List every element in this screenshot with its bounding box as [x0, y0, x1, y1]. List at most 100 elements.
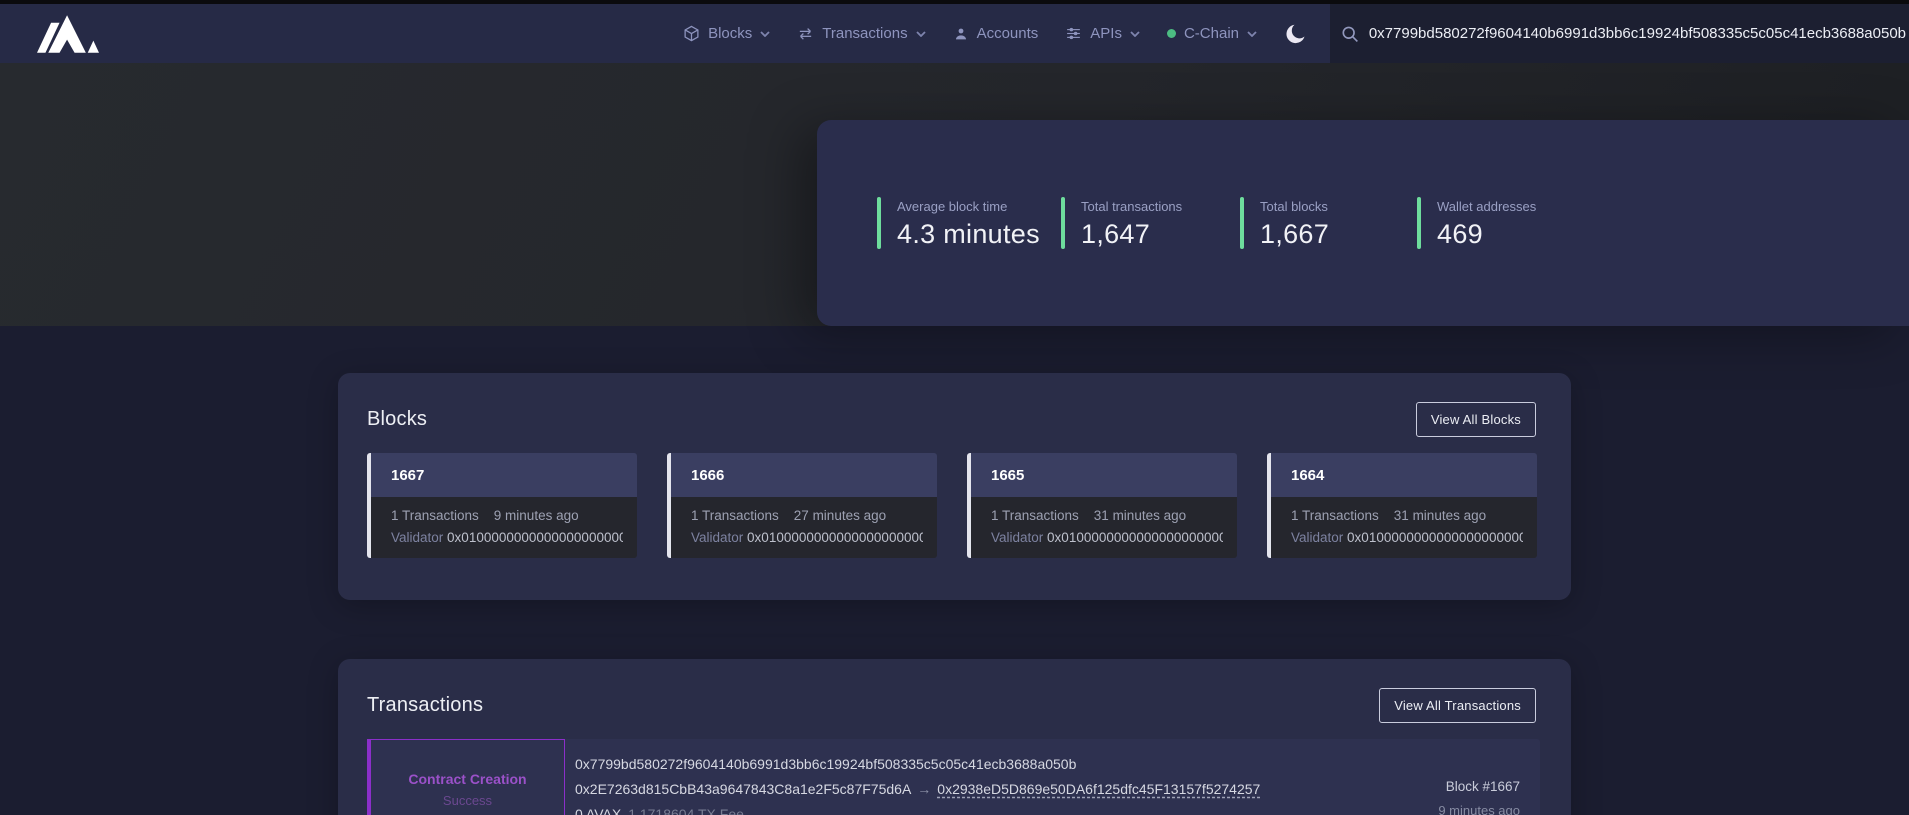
block-card[interactable]: 1667 1 Transactions 9 minutes ago Valida…	[367, 453, 637, 558]
stat-total-blocks: Total blocks 1,667	[1240, 197, 1329, 250]
stat-total-transactions: Total transactions 1,647	[1061, 197, 1182, 250]
stat-value: 1,667	[1260, 219, 1329, 250]
nav-label-transactions: Transactions	[822, 25, 907, 42]
transaction-type: Contract Creation	[371, 771, 564, 787]
nav-item-chain-selector[interactable]: C-Chain	[1167, 25, 1257, 42]
stat-label: Total transactions	[1081, 199, 1182, 214]
stat-accent-bar	[1417, 197, 1421, 249]
validator-label: Validator	[691, 530, 743, 545]
nav-label-apis: APIs	[1090, 25, 1122, 42]
chevron-down-icon	[1247, 31, 1257, 37]
nav-menu: Blocks Transactions Accounts	[683, 25, 1257, 42]
stat-label: Average block time	[897, 199, 1040, 214]
block-number[interactable]: 1664	[1271, 453, 1537, 497]
hero-section: Average block time 4.3 minutes Total tra…	[0, 63, 1909, 326]
search-bar	[1330, 4, 1909, 63]
chevron-down-icon	[1130, 31, 1140, 37]
moon-icon	[1284, 22, 1308, 46]
nav-item-blocks[interactable]: Blocks	[683, 25, 770, 42]
transaction-type-box: Contract Creation Success	[367, 739, 565, 815]
blocks-title: Blocks	[367, 408, 427, 431]
block-tx-count: 1 Transactions	[691, 508, 779, 523]
app-root: Blocks Transactions Accounts	[0, 0, 1909, 815]
transactions-panel: Transactions View All Transactions Contr…	[338, 659, 1571, 815]
stat-value: 1,647	[1081, 219, 1182, 250]
block-card-body: 1 Transactions 31 minutes ago Validator …	[971, 497, 1237, 558]
chevron-down-icon	[760, 31, 770, 37]
stat-accent-bar	[877, 197, 881, 249]
blocks-panel-header: Blocks View All Blocks	[367, 401, 1536, 437]
search-icon	[1340, 24, 1360, 44]
nav-label-chain: C-Chain	[1184, 25, 1239, 42]
theme-toggle-button[interactable]	[1284, 22, 1308, 46]
nav-label-blocks: Blocks	[708, 25, 752, 42]
chevron-down-icon	[916, 31, 926, 37]
view-all-blocks-button[interactable]: View All Blocks	[1416, 402, 1536, 437]
sliders-icon	[1065, 25, 1082, 42]
transaction-value-line: 0 AVAX 1.1718604 TX Fee	[575, 807, 1260, 815]
validator-hash: 0x0100000000000000000000...	[1047, 530, 1223, 545]
stats-panel: Average block time 4.3 minutes Total tra…	[817, 120, 1909, 326]
transaction-block-number[interactable]: Block #1667	[1438, 779, 1520, 794]
stat-accent-bar	[1061, 197, 1065, 249]
chain-status-dot	[1167, 29, 1176, 38]
swap-arrows-icon	[797, 25, 814, 42]
block-card-body: 1 Transactions 27 minutes ago Validator …	[671, 497, 937, 558]
transaction-fee: 1.1718604 TX Fee	[628, 806, 744, 815]
transactions-title: Transactions	[367, 694, 483, 717]
block-tx-count: 1 Transactions	[391, 508, 479, 523]
validator-hash: 0x0100000000000000000000...	[447, 530, 623, 545]
validator-label: Validator	[991, 530, 1043, 545]
avalanche-logo[interactable]	[37, 15, 99, 53]
block-tx-count: 1 Transactions	[1291, 508, 1379, 523]
search-input[interactable]	[1369, 25, 1909, 42]
navbar: Blocks Transactions Accounts	[0, 4, 1909, 63]
block-tx-count: 1 Transactions	[991, 508, 1079, 523]
cube-icon	[683, 25, 700, 42]
to-address-link[interactable]: 0x2938eD5D869e50DA6f125dfc45F13157f52742…	[937, 781, 1260, 797]
block-age: 31 minutes ago	[1094, 508, 1186, 523]
stat-value: 469	[1437, 219, 1536, 250]
from-address: 0x2E7263d815CbB43a9647843C8a1e2F5c87F75d…	[575, 781, 911, 797]
arrow-right-icon: →	[911, 781, 937, 797]
block-number[interactable]: 1666	[671, 453, 937, 497]
person-icon	[953, 26, 969, 42]
view-all-transactions-button[interactable]: View All Transactions	[1379, 688, 1536, 723]
nav-item-accounts[interactable]: Accounts	[953, 25, 1039, 42]
nav-label-accounts: Accounts	[977, 25, 1039, 42]
transaction-value: 0 AVAX	[575, 806, 621, 815]
stat-label: Total blocks	[1260, 199, 1329, 214]
nav-item-apis[interactable]: APIs	[1065, 25, 1140, 42]
transaction-meta: Block #1667 9 minutes ago	[1438, 779, 1520, 815]
block-age: 9 minutes ago	[494, 508, 579, 523]
transaction-addresses: 0x2E7263d815CbB43a9647843C8a1e2F5c87F75d…	[575, 782, 1260, 797]
transactions-panel-header: Transactions View All Transactions	[367, 687, 1536, 723]
transaction-row[interactable]: Contract Creation Success 0x7799bd580272…	[367, 739, 1540, 815]
stat-wallet-addresses: Wallet addresses 469	[1417, 197, 1536, 250]
block-age: 31 minutes ago	[1394, 508, 1486, 523]
validator-label: Validator	[391, 530, 443, 545]
block-card-body: 1 Transactions 31 minutes ago Validator …	[1271, 497, 1537, 558]
nav-item-transactions[interactable]: Transactions	[797, 25, 925, 42]
block-card[interactable]: 1665 1 Transactions 31 minutes ago Valid…	[967, 453, 1237, 558]
block-card[interactable]: 1664 1 Transactions 31 minutes ago Valid…	[1267, 453, 1537, 558]
validator-hash: 0x0100000000000000000000...	[747, 530, 923, 545]
blocks-panel: Blocks View All Blocks 1667 1 Transactio…	[338, 373, 1571, 600]
block-number[interactable]: 1667	[371, 453, 637, 497]
block-card-body: 1 Transactions 9 minutes ago Validator 0…	[371, 497, 637, 558]
validator-hash: 0x0100000000000000000000...	[1347, 530, 1523, 545]
stat-average-block-time: Average block time 4.3 minutes	[877, 197, 1040, 250]
transaction-age: 9 minutes ago	[1438, 803, 1520, 815]
avalanche-logo-icon	[37, 15, 99, 53]
transaction-hash[interactable]: 0x7799bd580272f9604140b6991d3bb6c19924bf…	[575, 757, 1260, 772]
stat-accent-bar	[1240, 197, 1244, 249]
block-age: 27 minutes ago	[794, 508, 886, 523]
block-cards: 1667 1 Transactions 9 minutes ago Valida…	[367, 453, 1537, 558]
block-number[interactable]: 1665	[971, 453, 1237, 497]
block-card[interactable]: 1666 1 Transactions 27 minutes ago Valid…	[667, 453, 937, 558]
transaction-status: Success	[371, 793, 564, 808]
stat-label: Wallet addresses	[1437, 199, 1536, 214]
stat-value: 4.3 minutes	[897, 219, 1040, 250]
validator-label: Validator	[1291, 530, 1343, 545]
transaction-detail: 0x7799bd580272f9604140b6991d3bb6c19924bf…	[575, 757, 1260, 815]
